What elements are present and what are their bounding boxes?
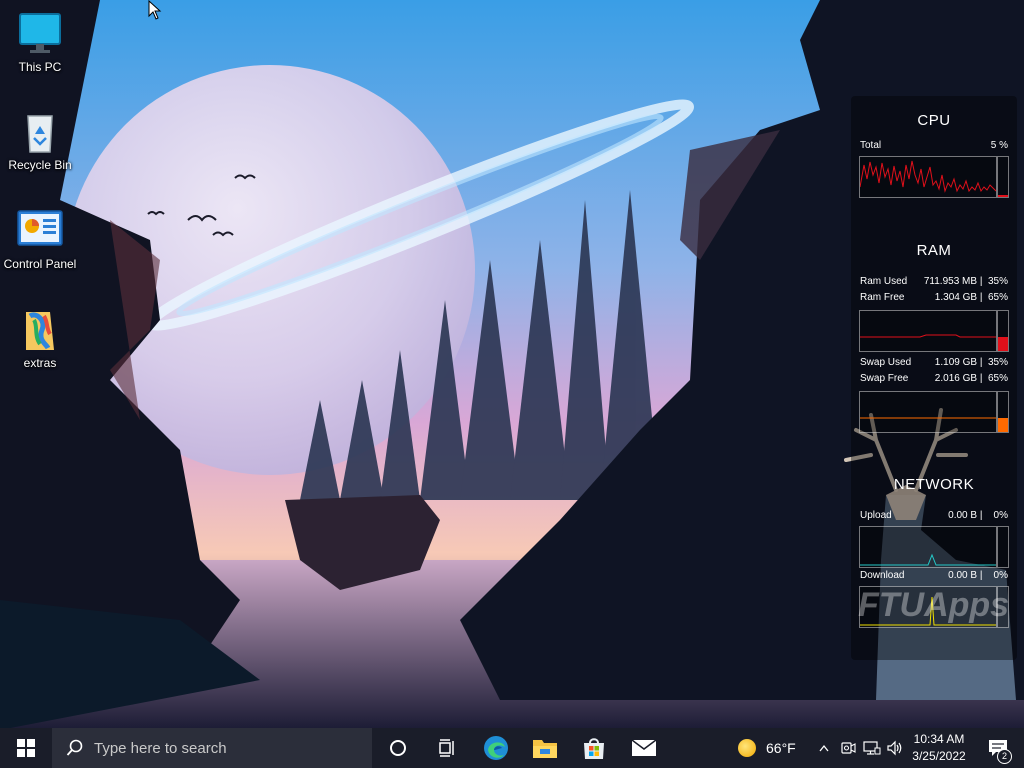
swap-free-label: Swap Free bbox=[860, 373, 909, 384]
cpu-total-label: Total bbox=[860, 140, 882, 151]
swap-level-meter bbox=[997, 391, 1009, 433]
upload-value: 0.00 B | 0% bbox=[948, 510, 1008, 521]
desktop-icon-label: Control Panel bbox=[3, 257, 77, 271]
desktop-icon-label: extras bbox=[23, 356, 57, 370]
weather-temperature: 66°F bbox=[766, 740, 796, 756]
cpu-total-value: 5 % bbox=[990, 140, 1008, 151]
search-placeholder: Type here to search bbox=[94, 739, 227, 757]
taskbar: Type here to search 66°F 10:34 AM 3/25/2… bbox=[0, 728, 1024, 768]
upload-level-meter bbox=[997, 526, 1009, 568]
cpu-graph bbox=[859, 156, 997, 198]
swap-free-value: 2.016 GB | 65% bbox=[934, 373, 1008, 384]
edge-icon bbox=[484, 736, 508, 760]
chevron-up-icon bbox=[819, 744, 829, 752]
store-taskbar-button[interactable] bbox=[570, 728, 618, 768]
desktop-icon-control-panel[interactable]: Control Panel bbox=[0, 207, 80, 271]
volume-icon bbox=[887, 740, 902, 756]
file-explorer-icon bbox=[533, 740, 557, 758]
ram-used-row: Ram Used 711.953 MB | 35% bbox=[860, 276, 1008, 287]
swap-free-row: Swap Free 2.016 GB | 65% bbox=[860, 373, 1008, 384]
watermark: FTUApps bbox=[858, 586, 1010, 624]
download-label: Download bbox=[860, 570, 905, 581]
search-icon bbox=[66, 739, 83, 756]
show-hidden-icons-button[interactable] bbox=[812, 728, 836, 768]
desktop-icon-label: Recycle Bin bbox=[8, 158, 72, 172]
swap-used-value: 1.109 GB | 35% bbox=[934, 357, 1008, 368]
cpu-total-row: Total 5 % bbox=[860, 140, 1008, 151]
this-pc-icon bbox=[19, 13, 61, 53]
swap-used-row: Swap Used 1.109 GB | 35% bbox=[860, 357, 1008, 368]
upload-graph bbox=[859, 526, 997, 568]
mouse-cursor-icon bbox=[148, 0, 162, 20]
ram-used-value: 711.953 MB | 35% bbox=[923, 276, 1008, 287]
swap-used-label: Swap Used bbox=[860, 357, 912, 368]
upload-label: Upload bbox=[860, 510, 892, 521]
ram-free-row: Ram Free 1.304 GB | 65% bbox=[860, 292, 1008, 303]
network-icon bbox=[863, 741, 881, 755]
ram-used-label: Ram Used bbox=[860, 276, 908, 287]
meet-now-icon bbox=[841, 742, 856, 754]
cortana-button[interactable] bbox=[374, 728, 422, 768]
ram-title: RAM bbox=[916, 242, 952, 259]
upload-row: Upload 0.00 B | 0% bbox=[860, 510, 1008, 521]
system-monitor-widget: CPU Total 5 % RAM Ram Used 711.953 MB | … bbox=[851, 96, 1017, 660]
sun-icon bbox=[738, 739, 756, 757]
task-view-button[interactable] bbox=[422, 728, 470, 768]
file-explorer-taskbar-button[interactable] bbox=[521, 728, 569, 768]
download-value: 0.00 B | 0% bbox=[948, 570, 1008, 581]
start-button[interactable] bbox=[0, 728, 52, 768]
network-tray-button[interactable] bbox=[860, 728, 884, 768]
download-row: Download 0.00 B | 0% bbox=[860, 570, 1008, 581]
notification-count-badge: 2 bbox=[997, 749, 1012, 764]
desktop-icon-extras[interactable]: extras bbox=[0, 306, 80, 370]
ram-free-value: 1.304 GB | 65% bbox=[934, 292, 1008, 303]
network-title: NETWORK bbox=[893, 476, 975, 493]
mail-taskbar-button[interactable] bbox=[620, 728, 668, 768]
cortana-icon bbox=[390, 740, 406, 756]
clock-time: 10:34 AM bbox=[913, 732, 965, 746]
ram-graph bbox=[859, 310, 997, 352]
extras-folder-icon bbox=[26, 312, 54, 350]
action-center-button[interactable]: 2 bbox=[978, 728, 1018, 768]
meet-now-tray-button[interactable] bbox=[836, 728, 860, 768]
desktop-icon-label: This PC bbox=[18, 60, 62, 74]
taskbar-search-box[interactable]: Type here to search bbox=[52, 728, 372, 768]
cpu-level-meter bbox=[997, 156, 1009, 198]
mail-icon bbox=[631, 739, 657, 756]
taskbar-clock[interactable]: 10:34 AM 3/25/2022 bbox=[904, 731, 974, 765]
edge-taskbar-button[interactable] bbox=[472, 728, 520, 768]
windows-logo-icon bbox=[17, 739, 35, 757]
ram-level-meter bbox=[997, 310, 1009, 352]
ram-free-label: Ram Free bbox=[860, 292, 905, 303]
clock-date: 3/25/2022 bbox=[912, 749, 966, 763]
desktop-icon-recycle-bin[interactable]: Recycle Bin bbox=[0, 108, 80, 172]
recycle-bin-icon bbox=[27, 115, 53, 153]
swap-graph bbox=[859, 391, 997, 433]
desktop-icon-this-pc[interactable]: This PC bbox=[0, 10, 80, 74]
cpu-title: CPU bbox=[917, 112, 951, 129]
weather-widget[interactable]: 66°F bbox=[738, 728, 796, 768]
task-view-icon bbox=[439, 739, 454, 757]
control-panel-icon bbox=[17, 210, 63, 246]
microsoft-store-icon bbox=[584, 738, 604, 759]
